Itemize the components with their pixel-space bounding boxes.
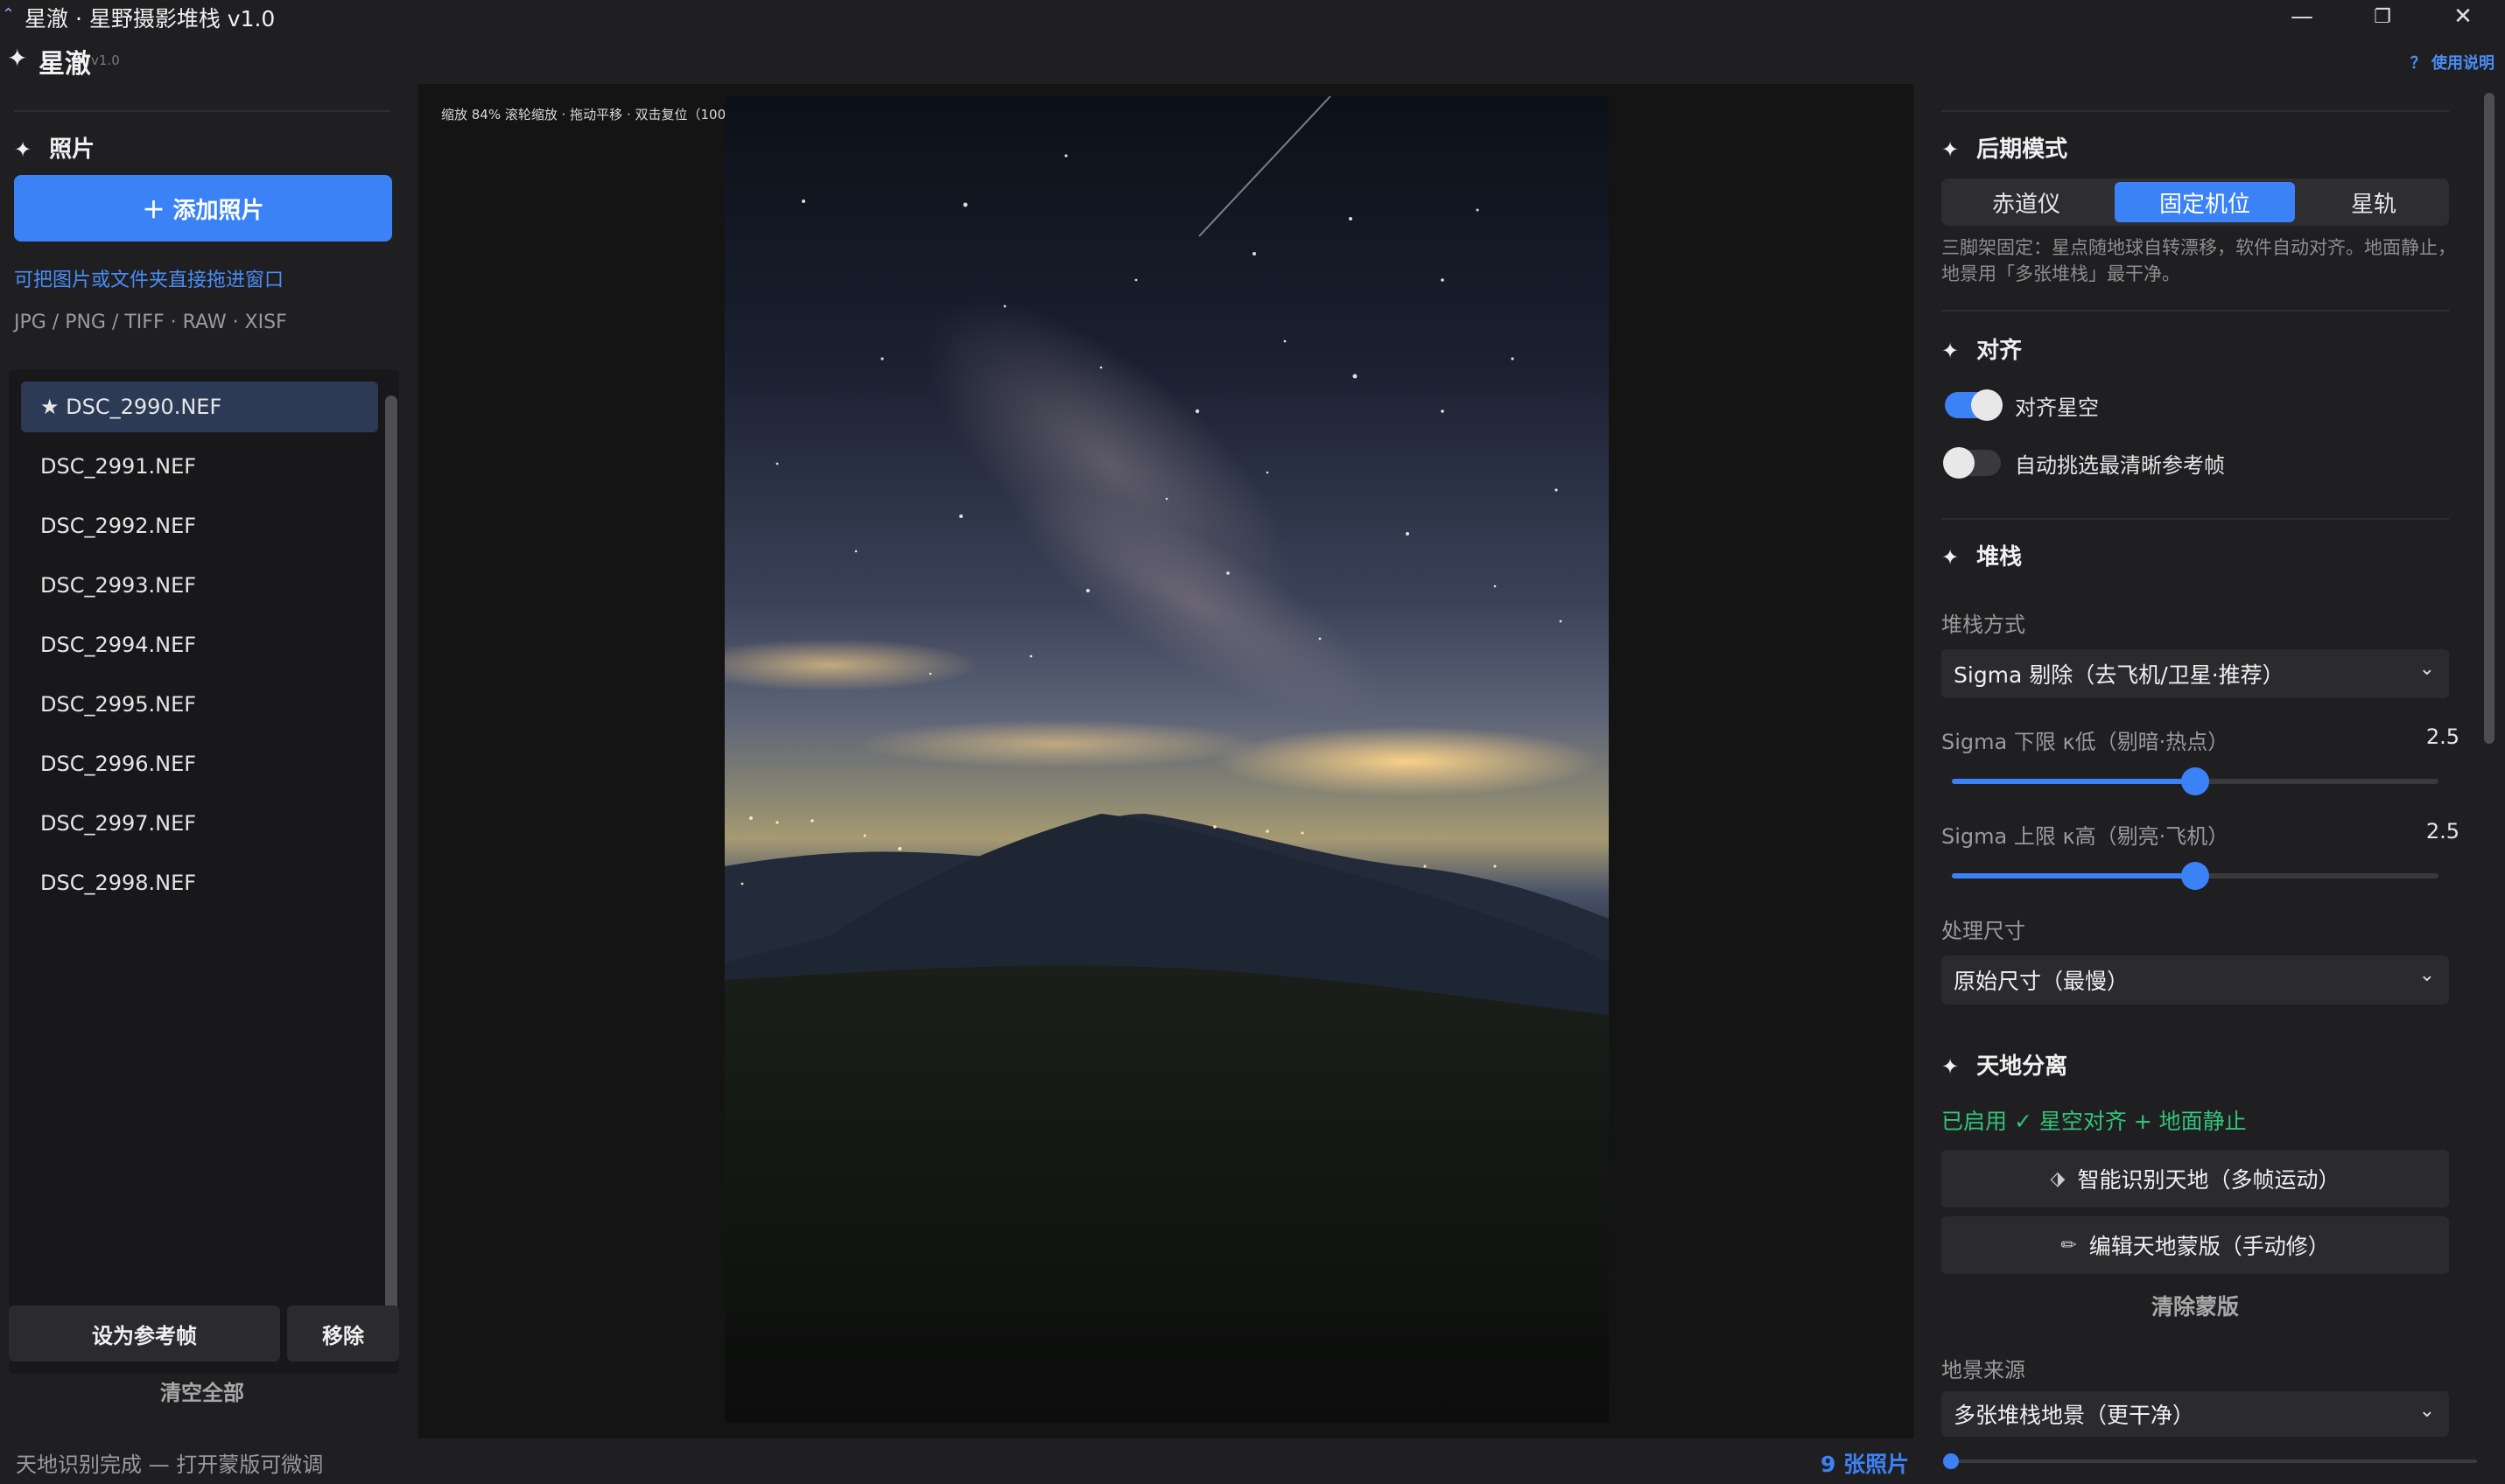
edit-mask-label: 编辑天地蒙版（手动修） xyxy=(2088,1234,2330,1259)
close-button[interactable]: ✕ xyxy=(2423,0,2503,33)
pencil-icon: ✏ xyxy=(2060,1234,2077,1256)
file-item[interactable]: DSC_2991.NEF xyxy=(21,441,378,492)
process-size-value: 原始尺寸（最慢） xyxy=(1954,969,2130,994)
mode-selector: 赤道仪 固定机位 星轨 xyxy=(1941,178,2449,226)
mode-option-equatorial[interactable]: 赤道仪 xyxy=(1945,182,2108,222)
star-icon: ✦ xyxy=(7,44,28,73)
set-reference-button[interactable]: 设为参考帧 xyxy=(9,1306,280,1362)
divider xyxy=(1941,518,2449,520)
maximize-button[interactable]: ❐ xyxy=(2342,0,2423,33)
add-photos-button[interactable]: ＋ 添加照片 xyxy=(14,175,392,242)
magic-wand-icon: ⬗ xyxy=(2050,1167,2066,1190)
app-header: ✦ 星澈 v1.0 ？ 使用说明 xyxy=(0,33,2505,84)
file-item[interactable]: DSC_2996.NEF xyxy=(21,738,378,789)
file-item[interactable]: DSC_2995.NEF xyxy=(21,679,378,730)
sky-ground-title-text: 天地分离 xyxy=(1976,1054,2068,1080)
star-icon: ✦ xyxy=(1941,137,1960,162)
file-list-scrollbar[interactable] xyxy=(385,396,397,1334)
supported-formats: JPG / PNG / TIFF · RAW · XISF xyxy=(14,312,287,333)
photos-section-title: ✦ 照片 xyxy=(14,131,95,164)
app-version: v1.0 xyxy=(91,52,120,68)
stack-method-value: Sigma 剔除（去飞机/卫星·推荐） xyxy=(1954,662,2284,688)
sky-ground-status: 已启用 ✓ 星空对齐 + 地面静止 xyxy=(1941,1109,2247,1134)
divider xyxy=(1941,310,2449,312)
slider-thumb[interactable] xyxy=(2181,767,2209,795)
auto-reference-toggle[interactable] xyxy=(1943,447,2001,479)
auto-reference-label: 自动挑选最清晰参考帧 xyxy=(2015,453,2225,478)
toggle-knob xyxy=(1943,447,1975,479)
sigma-high-label: Sigma 上限 κ高（剔亮·飞机） xyxy=(1941,824,2229,849)
process-size-select[interactable]: 原始尺寸（最慢） ⌄ xyxy=(1941,956,2449,1004)
ground-source-value: 多张堆栈地景（更干净） xyxy=(1954,1403,2195,1428)
align-title-text: 对齐 xyxy=(1976,338,2023,364)
auto-detect-button[interactable]: ⬗ 智能识别天地（多帧运动） xyxy=(1941,1150,2449,1208)
divider xyxy=(1941,110,2449,112)
clear-mask-button[interactable]: 清除蒙版 xyxy=(1941,1290,2449,1321)
stack-title-text: 堆栈 xyxy=(1976,544,2023,570)
preview-area[interactable]: 缩放 84% 滚轮缩放 · 拖动平移 · 双击复位（100%=逐像素） xyxy=(418,84,1913,1438)
file-item[interactable]: ★ DSC_2990.NEF xyxy=(21,382,378,432)
mode-option-startrails[interactable]: 星轨 xyxy=(2302,182,2445,222)
slider-thumb[interactable] xyxy=(2181,862,2209,890)
auto-detect-label: 智能识别天地（多帧运动） xyxy=(2077,1167,2340,1193)
settings-scrollbar[interactable] xyxy=(2484,93,2494,744)
edit-mask-button[interactable]: ✏ 编辑天地蒙版（手动修） xyxy=(1941,1216,2449,1274)
window-titlebar: ⌃ 星澈 · 星野摄影堆栈 v1.0 — ❐ ✕ xyxy=(0,0,2505,33)
night-sky-photo xyxy=(725,96,1609,1423)
stack-method-select[interactable]: Sigma 剔除（去飞机/卫星·推荐） ⌄ xyxy=(1941,649,2449,698)
bottom-slider[interactable] xyxy=(1943,1453,2477,1469)
star-icon: ✦ xyxy=(1941,545,1960,570)
chevron-down-icon: ⌄ xyxy=(2418,1400,2435,1422)
sigma-high-slider[interactable] xyxy=(1952,862,2438,890)
align-sky-label: 对齐星空 xyxy=(2015,396,2099,420)
sigma-low-slider[interactable] xyxy=(1952,767,2438,795)
stack-method-label: 堆栈方式 xyxy=(1941,612,2025,637)
window-title: 星澈 · 星野摄影堆栈 v1.0 xyxy=(25,6,276,32)
photo-count: 9 张照片 xyxy=(1821,1452,1910,1477)
file-item[interactable]: DSC_2994.NEF xyxy=(21,620,378,670)
align-section-title: ✦ 对齐 xyxy=(1941,332,2022,365)
divider xyxy=(14,110,390,112)
file-list[interactable]: ★ DSC_2990.NEF DSC_2991.NEF DSC_2992.NEF… xyxy=(9,369,399,1374)
clear-all-button[interactable]: 清空全部 xyxy=(0,1376,404,1406)
mode-description: 三脚架固定：星点随地球自转漂移，软件自动对齐。地面静止，地景用「多张堆栈」最干净… xyxy=(1941,237,2456,284)
toggle-knob xyxy=(1971,389,2003,421)
chevron-down-icon: ⌄ xyxy=(2418,964,2435,986)
photos-title-text: 照片 xyxy=(49,136,95,163)
minimize-button[interactable]: — xyxy=(2262,0,2342,33)
app-name: 星澈 xyxy=(39,49,91,80)
photos-panel: ✦ 照片 ＋ 添加照片 可把图片或文件夹直接拖进窗口 JPG / PNG / TI… xyxy=(0,84,417,1438)
slider-thumb[interactable] xyxy=(1943,1453,1959,1469)
file-item[interactable]: DSC_2992.NEF xyxy=(21,500,378,551)
settings-panel: ✦ 后期模式 赤道仪 固定机位 星轨 三脚架固定：星点随地球自转漂移，软件自动对齐… xyxy=(1915,84,2505,1438)
file-item[interactable]: DSC_2993.NEF xyxy=(21,560,378,611)
star-icon: ✦ xyxy=(1941,339,1960,363)
star-icon: ✦ xyxy=(14,137,32,162)
slider-fill xyxy=(1952,873,2195,878)
app-icon: ⌃ xyxy=(2,5,16,24)
file-item[interactable]: DSC_2998.NEF xyxy=(21,858,378,908)
stack-section-title: ✦ 堆栈 xyxy=(1941,539,2022,571)
align-sky-toggle[interactable] xyxy=(1945,389,2003,421)
mode-option-fixed[interactable]: 固定机位 xyxy=(2115,182,2295,222)
star-icon: ✦ xyxy=(1941,1054,1960,1079)
process-size-label: 处理尺寸 xyxy=(1941,919,2025,943)
ground-source-select[interactable]: 多张堆栈地景（更干净） ⌄ xyxy=(1941,1391,2449,1437)
mode-title-text: 后期模式 xyxy=(1976,136,2068,163)
slider-fill xyxy=(1952,779,2195,784)
preview-image[interactable] xyxy=(725,96,1609,1423)
file-item[interactable]: DSC_2997.NEF xyxy=(21,798,378,849)
sigma-high-value: 2.5 xyxy=(2425,819,2459,844)
help-link[interactable]: ？ 使用说明 xyxy=(2410,51,2494,74)
mode-section-title: ✦ 后期模式 xyxy=(1941,131,2067,164)
status-message: 天地识别完成 — 打开蒙版可微调 xyxy=(16,1452,324,1477)
sigma-low-label: Sigma 下限 κ低（剔暗·热点） xyxy=(1941,730,2229,754)
drop-hint: 可把图片或文件夹直接拖进窗口 xyxy=(14,270,284,291)
remove-button[interactable]: 移除 xyxy=(287,1306,399,1362)
sigma-low-value: 2.5 xyxy=(2425,724,2459,749)
ground-source-label: 地景来源 xyxy=(1941,1358,2025,1382)
chevron-down-icon: ⌄ xyxy=(2418,658,2435,680)
sky-ground-section-title: ✦ 天地分离 xyxy=(1941,1048,2067,1081)
